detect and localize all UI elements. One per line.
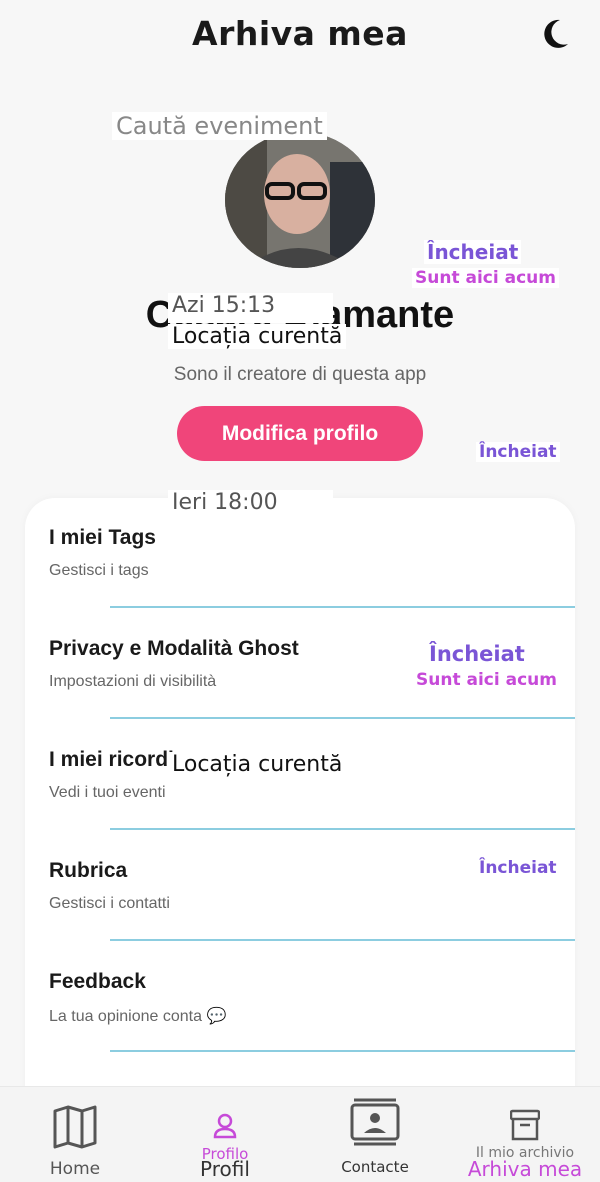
user-icon — [213, 1113, 237, 1139]
divider — [110, 717, 575, 719]
menu-item-title: Feedback — [49, 970, 146, 993]
menu-item-title: Privacy e Modalità Ghost — [49, 637, 299, 660]
current-location-label: Locația curentă — [168, 324, 347, 349]
status-badge: Încheiat — [476, 858, 560, 878]
status-badge: Încheiat — [424, 240, 522, 264]
event-time-label: Ieri 18:00 — [168, 490, 333, 520]
page-title: Arhiva mea — [192, 14, 408, 53]
search-placeholder[interactable]: Caută eveniment — [112, 112, 327, 140]
nav-profile-overlay-label: Profil — [200, 1157, 250, 1181]
status-badge: Încheiat — [476, 442, 560, 462]
divider — [110, 939, 575, 941]
current-location-label: Locația curentă — [168, 752, 347, 777]
nav-profile[interactable]: Profilo Profil — [150, 1087, 300, 1182]
nav-archive-label: Arhiva mea — [467, 1157, 583, 1181]
here-now-badge: Sunt aici acum — [412, 268, 559, 288]
divider — [110, 1050, 575, 1052]
nav-contacts[interactable]: Contacte — [300, 1087, 450, 1182]
contact-card-icon — [350, 1098, 400, 1146]
menu-item-subtitle: Gestisci i tags — [49, 562, 149, 579]
menu-item-title: Rubrica — [49, 859, 128, 882]
status-badge: Încheiat — [426, 642, 528, 666]
profile-bio: Sono il creatore di questa app — [173, 364, 427, 385]
menu-item-subtitle: Vedi i tuoi eventi — [49, 784, 166, 801]
menu-item-subtitle: Gestisci i contatti — [49, 895, 170, 912]
nav-contacts-label: Contacte — [341, 1158, 409, 1176]
moon-icon[interactable] — [540, 18, 570, 50]
divider — [110, 828, 575, 830]
nav-archive[interactable]: Il mio archivio Arhiva mea — [450, 1087, 600, 1182]
menu-item-contacts[interactable]: Rubrica Gestisci i contatti — [25, 831, 575, 942]
archive-icon — [510, 1109, 540, 1141]
event-time-label: Azi 15:13 — [168, 293, 333, 323]
nav-home-label: Home — [49, 1159, 101, 1179]
menu-item-subtitle: Impostazioni di visibilità — [49, 673, 217, 690]
menu-item-subtitle: La tua opinione conta 💬 — [49, 1008, 227, 1025]
bottom-nav: Home Profilo Profil Contacte Il mio arch… — [0, 1086, 600, 1182]
edit-profile-button[interactable]: Modifica profilo — [177, 406, 423, 461]
here-now-badge: Sunt aici acum — [413, 670, 560, 690]
settings-card: I miei Tags Gestisci i tags Privacy e Mo… — [25, 498, 575, 1118]
divider — [110, 606, 575, 608]
avatar — [225, 132, 375, 268]
map-icon — [53, 1105, 97, 1149]
nav-home[interactable]: Home — [0, 1087, 150, 1182]
menu-item-title: I miei ricordi — [49, 748, 174, 771]
menu-item-feedback[interactable]: Feedback La tua opinione conta 💬 — [25, 942, 575, 1053]
menu-item-title: I miei Tags — [49, 526, 156, 549]
